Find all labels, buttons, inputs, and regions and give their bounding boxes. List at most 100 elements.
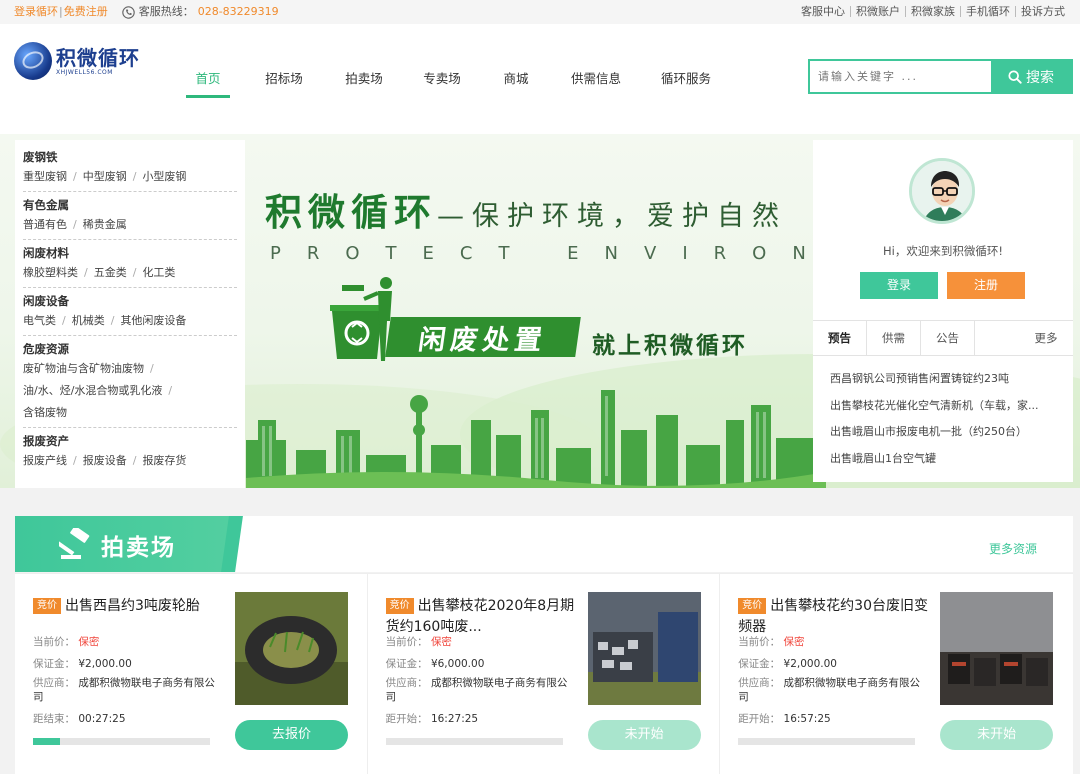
deposit-row: 保证金： ¥2,000.00	[738, 658, 837, 670]
category-group: 废钢铁 重型废钢 / 中型废钢 / 小型废钢	[23, 144, 237, 192]
phone-icon	[121, 5, 135, 19]
logo-text: 积微循环	[56, 45, 140, 70]
news-item[interactable]: 西昌钢钒公司预销售闲置铸锭约23吨	[830, 366, 1058, 393]
nav-tender[interactable]: 招标场	[264, 64, 304, 98]
category-title[interactable]: 闲废材料	[23, 244, 237, 262]
search-button[interactable]: 搜索	[991, 61, 1071, 92]
card-title[interactable]: 竞价 出售攀枝花约30台废旧变频器	[738, 596, 928, 638]
panel-login-button[interactable]: 登录	[860, 272, 938, 299]
hotline: 客服热线： 028-83229319	[121, 0, 279, 24]
time-row: 距结束： 00:27:25	[33, 713, 126, 725]
not-started-button[interactable]: 未开始	[940, 720, 1054, 750]
top-link-mobile[interactable]: 手机循环	[960, 6, 1015, 17]
nav-supply-demand[interactable]: 供需信息	[570, 64, 622, 98]
city-skyline-illustration	[246, 390, 826, 488]
category-link[interactable]: 五金类	[94, 266, 127, 279]
progress-bar	[33, 738, 210, 745]
tab-supply-demand[interactable]: 供需	[867, 321, 921, 355]
banner-main-text: 积微循环	[265, 191, 437, 234]
quote-button[interactable]: 去报价	[235, 720, 348, 750]
nav-services[interactable]: 循环服务	[660, 64, 712, 98]
tab-announcement[interactable]: 公告	[921, 321, 975, 355]
site-logo[interactable]: 积微循环 XHJWELL56.COM	[14, 42, 140, 80]
product-image[interactable]	[235, 592, 348, 705]
category-link[interactable]: 小型废钢	[142, 170, 186, 183]
register-link[interactable]: 免费注册	[64, 0, 108, 24]
category-title[interactable]: 废钢铁	[23, 148, 237, 166]
time-row: 距开始： 16:27:25	[385, 713, 479, 725]
category-link[interactable]: 稀贵金属	[83, 218, 127, 231]
notice-tabs: 预告 供需 公告 更多	[813, 320, 1073, 356]
category-menu: 废钢铁 重型废钢 / 中型废钢 / 小型废钢 有色金属 普通有色 / 稀贵金属 闲废材料 橡…	[15, 140, 245, 488]
price-value: 保密	[783, 636, 805, 648]
top-link-account[interactable]: 积微账户	[850, 6, 905, 17]
hotline-label: 客服热线：	[138, 5, 194, 18]
auction-section-header: 拍卖场 更多资源	[15, 516, 1073, 572]
category-link[interactable]: 电气类	[23, 314, 56, 327]
card-title[interactable]: 竞价 出售西昌约3吨废轮胎	[33, 596, 223, 617]
category-link[interactable]: 报废设备	[83, 454, 127, 467]
auction-card[interactable]: 竞价 出售攀枝花2020年8月期货约160吨废... 当前价： 保密 保证金： ¥…	[367, 573, 721, 774]
top-link-family[interactable]: 积微家族	[905, 6, 960, 17]
news-item[interactable]: 出售峨眉山1台空气罐	[830, 446, 1058, 473]
category-link[interactable]: 普通有色	[23, 218, 67, 231]
category-link[interactable]: 其他闲废设备	[120, 314, 186, 327]
panel-register-button[interactable]: 注册	[947, 272, 1025, 299]
supplier-row: 供应商： 成都积微物联电子商务有限公司	[385, 677, 568, 703]
card-title[interactable]: 竞价 出售攀枝花2020年8月期货约160吨废...	[385, 596, 576, 638]
category-group: 闲废材料 橡胶塑料类 / 五金类 / 化工类	[23, 240, 237, 288]
nav-home[interactable]: 首页	[186, 64, 230, 98]
category-title[interactable]: 闲废设备	[23, 292, 237, 310]
more-resources-link[interactable]: 更多资源	[989, 540, 1037, 557]
login-link[interactable]: 登录循环	[14, 0, 58, 24]
category-link[interactable]: 中型废钢	[83, 170, 127, 183]
bid-tag: 竞价	[738, 598, 767, 614]
bid-tag: 竞价	[33, 598, 61, 614]
auction-cards: 竞价 出售西昌约3吨废轮胎 当前价： 保密 保证金： ¥2,000.00 供应商：…	[15, 573, 1073, 774]
nav-specialty[interactable]: 专卖场	[422, 64, 462, 98]
supplier-row: 供应商： 成都积微物联电子商务有限公司	[738, 677, 921, 703]
category-title[interactable]: 有色金属	[23, 196, 237, 214]
price-value: 保密	[430, 636, 452, 648]
gavel-icon	[59, 528, 90, 559]
category-link[interactable]: 废矿物油与含矿物油废物	[23, 362, 144, 375]
category-link[interactable]: 机械类	[72, 314, 105, 327]
progress-bar	[738, 738, 916, 745]
category-link[interactable]: 含铬废物	[23, 406, 67, 419]
deposit-value: ¥2,000.00	[78, 658, 132, 670]
category-title[interactable]: 报废资产	[23, 432, 237, 450]
deposit-row: 保证金： ¥2,000.00	[33, 658, 132, 670]
search-input[interactable]	[810, 61, 991, 92]
top-link-complaint[interactable]: 投诉方式	[1015, 6, 1070, 17]
time-value: 00:27:25	[78, 713, 126, 725]
nav-mall[interactable]: 商城	[502, 64, 530, 98]
auction-card[interactable]: 竞价 出售西昌约3吨废轮胎 当前价： 保密 保证金： ¥2,000.00 供应商：…	[15, 573, 368, 774]
nav-auction[interactable]: 拍卖场	[344, 64, 384, 98]
category-link[interactable]: 报废存货	[142, 454, 186, 467]
tab-preview[interactable]: 预告	[813, 321, 867, 355]
product-image[interactable]	[587, 592, 701, 705]
auction-card[interactable]: 竞价 出售攀枝花约30台废旧变频器 当前价： 保密 保证金： ¥2,000.00 …	[720, 573, 1073, 774]
news-list: 西昌钢钒公司预销售闲置铸锭约23吨 出售攀枝花光催化空气清新机（车载，家... …	[830, 366, 1058, 472]
supplier-row: 供应商： 成都积微物联电子商务有限公司	[33, 677, 215, 703]
time-row: 距开始： 16:57:25	[738, 713, 831, 725]
category-link[interactable]: 油/水、烃/水混合物或乳化液	[23, 384, 162, 397]
category-group: 报废资产 报废产线 / 报废设备 / 报废存货	[23, 428, 237, 475]
user-avatar-icon	[912, 161, 972, 221]
product-image[interactable]	[940, 592, 1054, 705]
top-link-service[interactable]: 客服中心	[796, 6, 850, 17]
category-link[interactable]: 化工类	[142, 266, 175, 279]
news-item[interactable]: 出售峨眉山市报废电机一批（约250台）	[830, 419, 1058, 446]
tab-more-link[interactable]: 更多	[1019, 321, 1073, 355]
card-title-text: 出售攀枝花2020年8月期货约160吨废...	[385, 598, 575, 635]
category-link[interactable]: 报废产线	[23, 454, 67, 467]
section-title: 拍卖场	[101, 535, 176, 561]
main-nav: 首页 招标场 拍卖场 专卖场 商城 供需信息 循环服务	[186, 64, 712, 98]
news-item[interactable]: 出售攀枝花光催化空气清新机（车载，家...	[830, 393, 1058, 420]
category-link[interactable]: 橡胶塑料类	[23, 266, 78, 279]
category-link[interactable]: 重型废钢	[23, 170, 67, 183]
time-value: 16:27:25	[430, 713, 479, 725]
price-row: 当前价： 保密	[738, 636, 805, 648]
not-started-button[interactable]: 未开始	[587, 720, 701, 750]
category-title[interactable]: 危废资源	[23, 340, 237, 358]
